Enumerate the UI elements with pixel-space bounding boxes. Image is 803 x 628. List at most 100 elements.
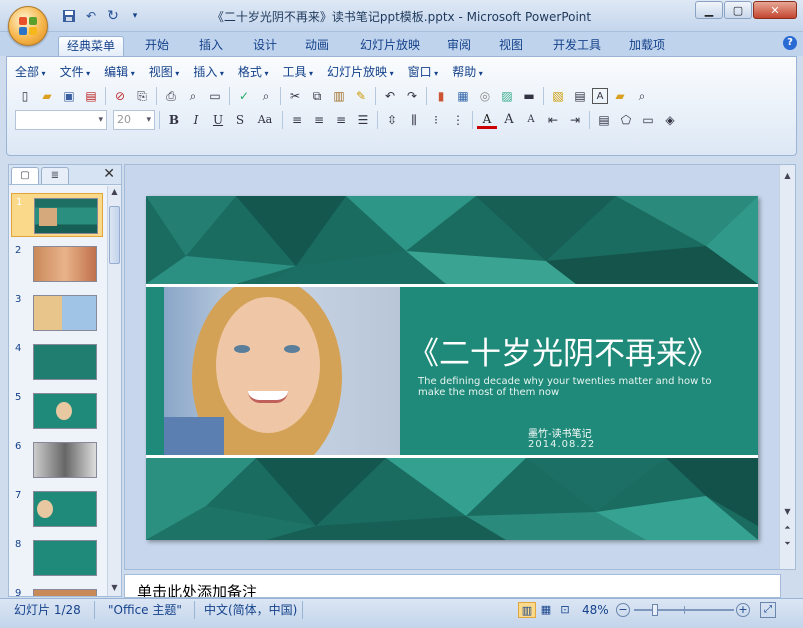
underline-button[interactable]: U bbox=[208, 110, 228, 130]
open-icon[interactable]: ▰ bbox=[37, 86, 57, 106]
normal-view-icon[interactable]: ▥ bbox=[518, 602, 536, 618]
tab-home[interactable]: 开始 bbox=[136, 36, 178, 56]
menu-help[interactable]: 帮助 bbox=[452, 63, 483, 80]
menu-tools[interactable]: 工具 bbox=[282, 63, 313, 80]
scroll-thumb[interactable] bbox=[109, 206, 120, 264]
close-button[interactable]: ✕ bbox=[753, 1, 797, 19]
vertical-scrollbar[interactable]: ▲ ▼ ⏶ ⏷ bbox=[779, 165, 795, 569]
align-right-icon[interactable]: ≡ bbox=[331, 110, 351, 130]
change-case-button[interactable]: Aa bbox=[252, 110, 278, 130]
slide-thumbnail[interactable]: 3 bbox=[11, 291, 103, 335]
next-slide-icon[interactable]: ⏷ bbox=[782, 539, 793, 551]
zoom-slider-thumb[interactable] bbox=[652, 604, 658, 616]
permission-icon[interactable]: ⊘ bbox=[110, 86, 130, 106]
spelling-icon[interactable]: ✓ bbox=[234, 86, 254, 106]
align-center-icon[interactable]: ≡ bbox=[309, 110, 329, 130]
attach-icon[interactable]: ⎘ bbox=[132, 86, 152, 106]
slides-tab-icon[interactable]: ▢ bbox=[11, 167, 39, 184]
increase-indent-icon[interactable]: ⇥ bbox=[565, 110, 585, 130]
print-icon[interactable]: ⎙ bbox=[161, 86, 181, 106]
zoom-in-icon[interactable]: + bbox=[736, 603, 750, 617]
outline-tab-icon[interactable]: ≣ bbox=[41, 167, 69, 184]
scroll-down-icon[interactable]: ▼ bbox=[109, 583, 120, 595]
scroll-up-icon[interactable]: ▲ bbox=[782, 171, 793, 183]
redo-icon[interactable]: ↷ bbox=[402, 86, 422, 106]
slide-thumbnail[interactable]: 5 bbox=[11, 389, 103, 433]
grow-font-button[interactable]: A bbox=[499, 110, 519, 130]
copy-icon[interactable]: ⧉ bbox=[307, 86, 327, 106]
tab-slideshow[interactable]: 幻灯片放映 bbox=[350, 36, 430, 56]
pdf-icon[interactable]: ▤ bbox=[81, 86, 101, 106]
slideshow-view-icon[interactable]: ⊡ bbox=[557, 602, 573, 618]
slide-thumbnail[interactable]: 8 bbox=[11, 536, 103, 580]
fill-icon[interactable]: ◈ bbox=[660, 110, 680, 130]
textbox-icon[interactable]: A bbox=[592, 88, 608, 104]
new-slide-icon[interactable]: ▧ bbox=[548, 86, 568, 106]
menu-window[interactable]: 窗口 bbox=[408, 63, 439, 80]
zoom-out-icon[interactable]: − bbox=[616, 603, 630, 617]
align-left-icon[interactable]: ≡ bbox=[287, 110, 307, 130]
slide-sorter-icon[interactable]: ▦ bbox=[538, 602, 554, 618]
shadow-button[interactable]: S bbox=[230, 110, 250, 130]
research-icon[interactable]: ⌕ bbox=[256, 86, 276, 106]
print-preview-icon[interactable]: ⌕ bbox=[183, 86, 203, 106]
table-icon[interactable]: ▦ bbox=[453, 86, 473, 106]
menu-file[interactable]: 文件 bbox=[60, 63, 91, 80]
slide-thumbnail[interactable]: 2 bbox=[11, 242, 103, 286]
menu-view[interactable]: 视图 bbox=[149, 63, 180, 80]
minimize-button[interactable]: ▁ bbox=[695, 1, 723, 19]
thumbnail-scrollbar[interactable]: ▲ ▼ bbox=[107, 186, 121, 596]
justify-icon[interactable]: ☰ bbox=[353, 110, 373, 130]
new-icon[interactable]: ▯ bbox=[15, 86, 35, 106]
shapes-icon[interactable]: ⬠ bbox=[616, 110, 636, 130]
close-panel-icon[interactable]: ✕ bbox=[103, 166, 115, 182]
font-size-combo[interactable]: 20 bbox=[113, 110, 155, 130]
undo-icon[interactable]: ↶ bbox=[380, 86, 400, 106]
tab-view[interactable]: 视图 bbox=[490, 36, 532, 56]
scroll-up-icon[interactable]: ▲ bbox=[109, 187, 120, 199]
office-button[interactable] bbox=[8, 6, 48, 46]
tab-classic-menu[interactable]: 经典菜单 bbox=[58, 36, 124, 56]
tab-addins[interactable]: 加载项 bbox=[620, 36, 674, 56]
quick-styles-icon[interactable]: ▭ bbox=[638, 110, 658, 130]
menu-all[interactable]: 全部 bbox=[15, 63, 46, 80]
menu-format[interactable]: 格式 bbox=[238, 63, 269, 80]
slide-subtitle[interactable]: The defining decade why your twenties ma… bbox=[418, 376, 724, 398]
menu-insert[interactable]: 插入 bbox=[193, 63, 224, 80]
slide-canvas[interactable]: 《二十岁光阴不再来》 The defining decade why your … bbox=[146, 196, 758, 540]
slide-thumbnail[interactable]: 4 bbox=[11, 340, 103, 384]
tab-developer[interactable]: 开发工具 bbox=[544, 36, 610, 56]
window-icon[interactable]: ▭ bbox=[205, 86, 225, 106]
color-icon[interactable]: ▬ bbox=[519, 86, 539, 106]
font-name-combo[interactable] bbox=[15, 110, 107, 130]
italic-button[interactable]: I bbox=[186, 110, 206, 130]
tab-animation[interactable]: 动画 bbox=[296, 36, 338, 56]
clipart-icon[interactable]: ◎ bbox=[475, 86, 495, 106]
slide-title[interactable]: 《二十岁光阴不再来》 bbox=[408, 328, 748, 373]
font-color-button[interactable]: A bbox=[477, 111, 497, 129]
fit-to-window-icon[interactable]: ⤢ bbox=[760, 602, 776, 618]
zoom-icon[interactable]: ⌕ bbox=[632, 86, 652, 106]
menu-slideshow[interactable]: 幻灯片放映 bbox=[327, 63, 394, 80]
tab-insert[interactable]: 插入 bbox=[190, 36, 232, 56]
slide-thumbnail[interactable]: 9 bbox=[11, 585, 103, 596]
cut-icon[interactable]: ✂ bbox=[285, 86, 305, 106]
language-indicator[interactable]: 中文(简体，中国) bbox=[204, 602, 297, 618]
format-painter-icon[interactable]: ✎ bbox=[351, 86, 371, 106]
bullets-icon[interactable]: ⁝ bbox=[426, 110, 446, 130]
slide-thumbnail[interactable]: 7 bbox=[11, 487, 103, 531]
maximize-button[interactable]: ▢ bbox=[724, 1, 752, 19]
slide-thumbnail[interactable]: 1 bbox=[11, 193, 103, 237]
folder-icon[interactable]: ▰ bbox=[610, 86, 630, 106]
numbering-icon[interactable]: ⋮ bbox=[448, 110, 468, 130]
menu-edit[interactable]: 编辑 bbox=[104, 63, 135, 80]
chart-icon[interactable]: ▮ bbox=[431, 86, 451, 106]
zoom-slider[interactable] bbox=[634, 604, 734, 616]
zoom-level[interactable]: 48% bbox=[582, 602, 609, 618]
slide-thumbnail[interactable]: 6 bbox=[11, 438, 103, 482]
prev-slide-icon[interactable]: ⏶ bbox=[782, 523, 793, 535]
layout-icon[interactable]: ▤ bbox=[570, 86, 590, 106]
help-icon[interactable]: ? bbox=[783, 36, 797, 50]
shrink-font-button[interactable]: A bbox=[521, 110, 541, 130]
save-icon[interactable]: ▣ bbox=[59, 86, 79, 106]
